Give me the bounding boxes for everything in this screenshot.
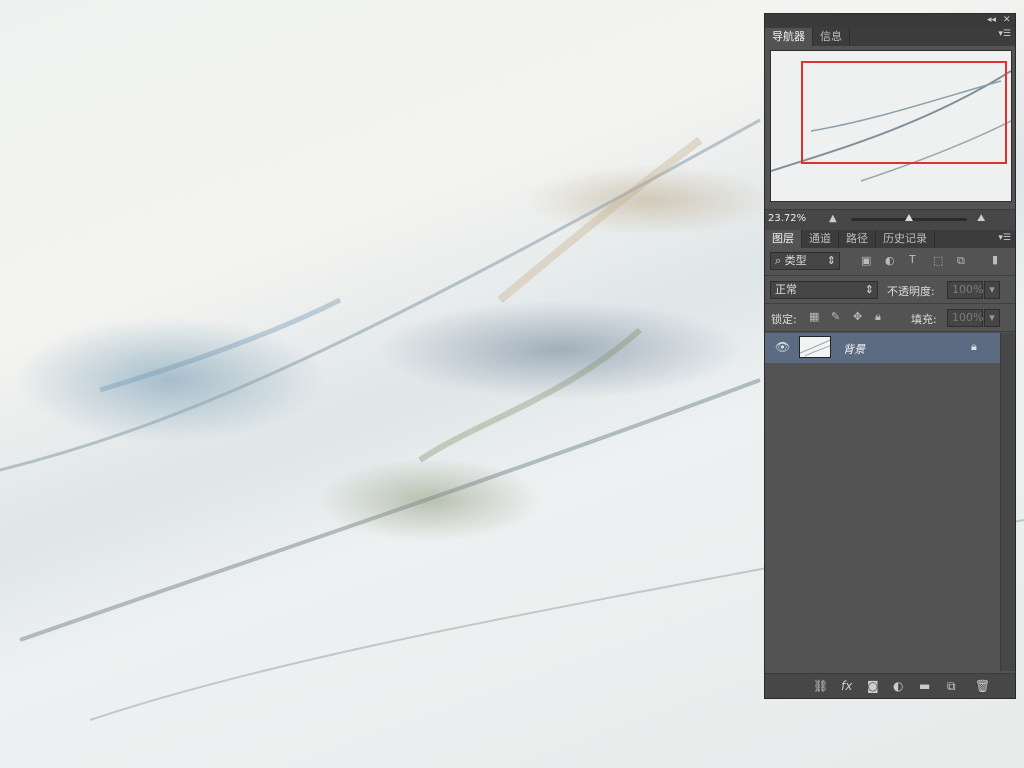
pixel-filter-icon[interactable]: ▣	[861, 254, 871, 267]
close-icon[interactable]: ✕	[1003, 14, 1011, 26]
zoom-slider-thumb[interactable]	[905, 214, 913, 221]
lock-move-icon[interactable]: ✥	[853, 310, 862, 323]
type-filter-icon[interactable]: T	[909, 253, 916, 266]
zoom-out-icon[interactable]: ▲	[829, 213, 837, 224]
navigator-tabs: 导航器 信息 ▾☰	[765, 26, 1015, 46]
zoom-bar: 23.72% ▲ ⛰	[765, 209, 1015, 230]
blend-row: 正常 ⇕ 不透明度: 100% ▾	[765, 276, 1015, 304]
zoom-value[interactable]: 23.72%	[768, 213, 806, 224]
updown-icon: ⇕	[826, 254, 836, 267]
fill-input[interactable]: 100%	[947, 309, 983, 327]
lock-transparent-icon[interactable]: ▦	[809, 310, 819, 323]
navigator-preview[interactable]	[770, 50, 1012, 202]
folder-icon[interactable]: ▬	[919, 679, 930, 693]
mask-icon[interactable]: ◙	[867, 679, 879, 693]
panel-titlebar: ◂◂ ✕	[765, 14, 1015, 26]
tab-history[interactable]: 历史记录	[876, 230, 935, 248]
tab-paths[interactable]: 路径	[839, 230, 876, 248]
tab-info[interactable]: 信息	[813, 28, 850, 46]
fill-dropdown-icon[interactable]: ▾	[984, 309, 1000, 327]
filter-dropdown[interactable]: ⌕ 类型 ⇕	[770, 252, 840, 270]
navigator-view-box[interactable]	[801, 61, 1007, 164]
opacity-input[interactable]: 100%	[947, 281, 983, 299]
zoom-slider[interactable]	[851, 214, 967, 221]
fx-icon[interactable]: fx	[841, 679, 852, 693]
lock-row: 锁定: ▦ ✎ ✥ 🔒︎ 填充: 100% ▾	[765, 304, 1015, 332]
eye-icon[interactable]: 👁︎	[775, 340, 790, 354]
search-icon: ⌕	[775, 254, 785, 267]
panel-menu-icon[interactable]: ▾☰	[998, 29, 1011, 39]
layer-name[interactable]: 背景	[843, 341, 865, 357]
opacity-dropdown-icon[interactable]: ▾	[984, 281, 1000, 299]
photoshop-panel: ◂◂ ✕ 导航器 信息 ▾☰ 23.72% ▲ ⛰ 图层 通道 路径 历史记录 …	[764, 13, 1016, 699]
lock-label: 锁定:	[771, 313, 797, 326]
fill-label: 填充:	[911, 313, 937, 326]
layers-menu-icon[interactable]: ▾☰	[998, 233, 1011, 243]
trash-icon[interactable]: 🗑︎	[975, 679, 990, 693]
tab-layers[interactable]: 图层	[765, 230, 802, 248]
filter-row: ⌕ 类型 ⇕ ▣ ◐ T ⬚ ⧉ ▮	[765, 248, 1015, 276]
opacity-label: 不透明度:	[887, 285, 935, 298]
layers-scrollbar[interactable]	[1000, 333, 1015, 671]
updown-icon: ⇕	[864, 283, 874, 296]
new-layer-icon[interactable]: ⧉	[947, 679, 956, 694]
blend-mode-select[interactable]: 正常 ⇕	[770, 281, 878, 299]
tab-navigator[interactable]: 导航器	[765, 28, 813, 46]
collapse-icon[interactable]: ◂◂	[987, 14, 996, 26]
tab-channels[interactable]: 通道	[802, 230, 839, 248]
lock-paint-icon[interactable]: ✎	[831, 310, 840, 323]
layer-thumbnail	[799, 336, 831, 358]
layers-tabs: 图层 通道 路径 历史记录 ▾☰	[765, 230, 1015, 248]
filter-toggle[interactable]: ▮	[992, 253, 998, 266]
layers-footer: ⛓ fx ◙ ◐ ▬ ⧉ 🗑︎	[765, 673, 1015, 698]
layer-row[interactable]: 👁︎ 背景 🔒︎	[765, 333, 1001, 363]
layer-list: 👁︎ 背景 🔒︎	[765, 333, 1001, 671]
link-icon[interactable]: ⛓	[813, 679, 828, 693]
adjustment-filter-icon[interactable]: ◐	[885, 254, 895, 267]
zoom-in-icon[interactable]: ⛰	[977, 213, 985, 224]
shape-filter-icon[interactable]: ⬚	[933, 254, 943, 267]
lock-icon: 🔒︎	[971, 340, 977, 353]
lock-all-icon[interactable]: 🔒︎	[875, 310, 881, 324]
adjustment-icon[interactable]: ◐	[893, 679, 903, 693]
smart-object-filter-icon[interactable]: ⧉	[957, 254, 965, 268]
